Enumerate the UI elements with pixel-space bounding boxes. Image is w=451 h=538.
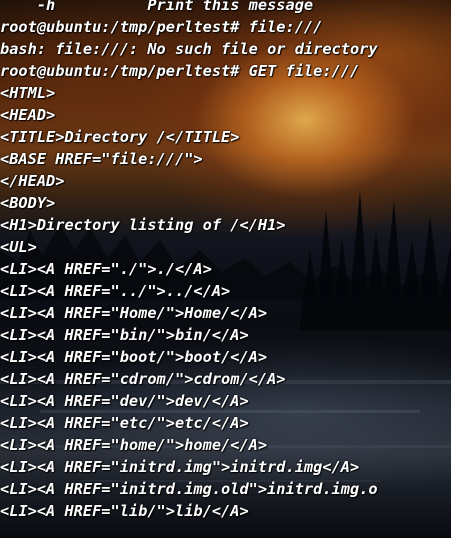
- terminal-line: <LI><A HREF="./">./</A>: [0, 260, 212, 278]
- terminal-line: <LI><A HREF="initrd.img.old">initrd.img.…: [0, 480, 378, 498]
- terminal-line: <LI><A HREF="../">../</A>: [0, 282, 231, 300]
- terminal-line: bash: file:///: No such file or director…: [0, 40, 378, 58]
- terminal-line: <LI><A HREF="etc/">etc/</A>: [0, 414, 249, 432]
- terminal-window[interactable]: -h Print this message root@ubuntu:/tmp/p…: [0, 0, 451, 538]
- terminal-line: <H1>Directory listing of /</H1>: [0, 216, 286, 234]
- terminal-output: -h Print this message root@ubuntu:/tmp/p…: [0, 0, 451, 538]
- terminal-line: <LI><A HREF="Home/">Home/</A>: [0, 304, 268, 322]
- terminal-line: <UL>: [0, 238, 37, 256]
- terminal-line: root@ubuntu:/tmp/perltest# GET file:///: [0, 62, 360, 80]
- terminal-line: <HEAD>: [0, 106, 56, 124]
- terminal-line: <LI><A HREF="lib/">lib/</A>: [0, 502, 249, 520]
- terminal-line: <LI><A HREF="home/">home/</A>: [0, 436, 268, 454]
- terminal-line: <BODY>: [0, 194, 56, 212]
- terminal-line: </HEAD>: [0, 172, 65, 190]
- terminal-line: -h Print this message: [0, 0, 314, 14]
- terminal-line: root@ubuntu:/tmp/perltest# file:///: [0, 18, 323, 36]
- terminal-line: <TITLE>Directory /</TITLE>: [0, 128, 240, 146]
- terminal-line: <LI><A HREF="boot/">boot/</A>: [0, 348, 268, 366]
- terminal-line: <LI><A HREF="dev/">dev/</A>: [0, 392, 249, 410]
- terminal-line: <LI><A HREF="bin/">bin/</A>: [0, 326, 249, 344]
- terminal-line: <LI><A HREF="cdrom/">cdrom/</A>: [0, 370, 286, 388]
- terminal-line: <BASE HREF="file:///">: [0, 150, 203, 168]
- terminal-line: <LI><A HREF="initrd.img">initrd.img</A>: [0, 458, 360, 476]
- terminal-line: <HTML>: [0, 84, 56, 102]
